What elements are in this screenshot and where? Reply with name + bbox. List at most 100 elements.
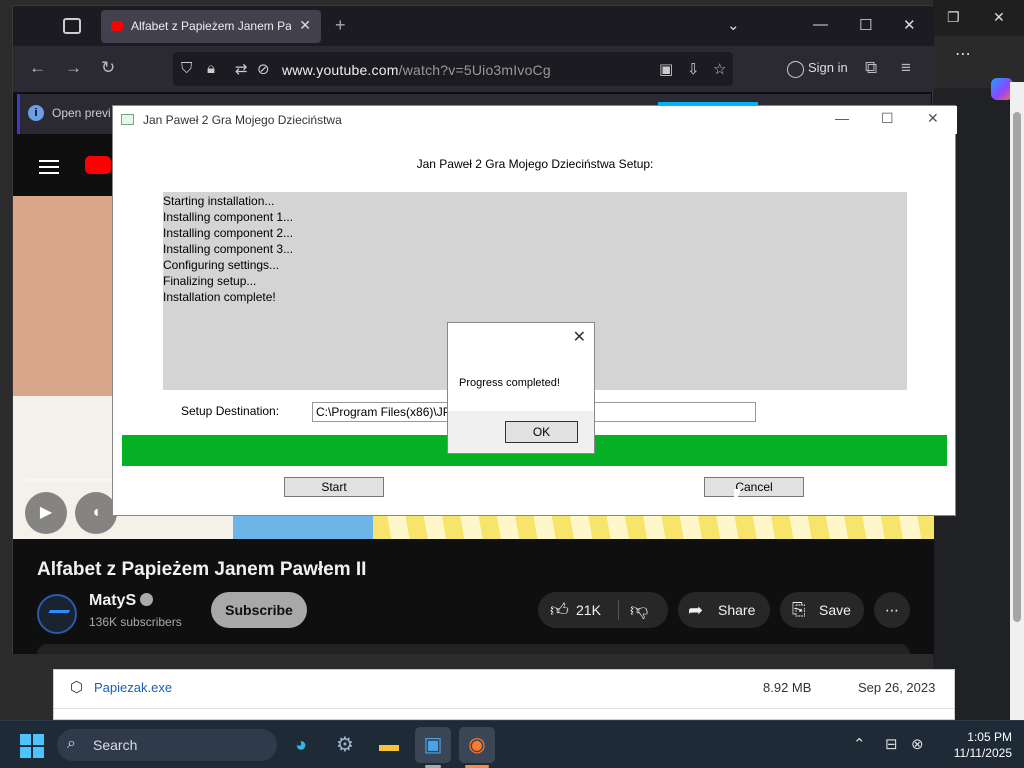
volume-icon[interactable]: ◖ xyxy=(75,492,117,534)
extensions-icon[interactable]: ⧉ xyxy=(865,58,877,78)
log-line: Installing component 3... xyxy=(163,242,294,256)
minimize-icon[interactable]: — xyxy=(813,16,828,33)
autoplay-blocked-icon[interactable]: ⊘ xyxy=(257,60,270,78)
mouse-cursor-icon xyxy=(734,489,748,507)
like-count[interactable]: 21K xyxy=(576,592,601,628)
installer-app-icon[interactable]: ▣ xyxy=(415,727,451,763)
save-button[interactable]: ⎘ Save xyxy=(780,592,864,628)
ok-button[interactable]: OK xyxy=(505,421,578,443)
scrollbar-thumb[interactable] xyxy=(1013,112,1021,622)
destination-label: Setup Destination: xyxy=(181,404,280,418)
app-menu-icon[interactable]: ≡ xyxy=(901,58,911,78)
save-to-pocket-icon[interactable]: ⇩ xyxy=(687,60,700,78)
background-window-titlebar: ❐ ✕ xyxy=(933,0,1024,36)
save-label: Save xyxy=(819,602,851,618)
minimize-icon[interactable]: — xyxy=(835,110,849,126)
installer-titlebar: Jan Paweł 2 Gra Mojego Dzieciństwa — ☐ ✕ xyxy=(113,106,957,134)
sign-in-link[interactable]: Sign in xyxy=(808,60,848,75)
more-actions-icon[interactable]: ⋯ xyxy=(874,592,910,628)
subscribe-button[interactable]: Subscribe xyxy=(211,592,307,628)
clock-time: 1:05 PM xyxy=(967,730,1012,744)
log-line: Installing component 2... xyxy=(163,226,294,240)
window-close-icon[interactable]: ✕ xyxy=(903,16,916,34)
youtube-favicon-icon xyxy=(111,21,123,31)
log-line: Configuring settings... xyxy=(163,258,280,272)
channel-avatar[interactable] xyxy=(37,594,77,634)
back-icon[interactable]: ← xyxy=(29,58,46,78)
settings-gear-icon[interactable]: ⚙ xyxy=(327,727,363,763)
network-icon[interactable]: ⊗ xyxy=(911,735,924,753)
url-host: www.youtube.com xyxy=(282,62,399,78)
save-icon: ⎘ xyxy=(792,600,806,619)
display-icon[interactable]: ⊟ xyxy=(885,735,898,753)
firefox-icon[interactable]: ◉ xyxy=(459,727,495,763)
share-button[interactable]: ➦ Share xyxy=(678,592,770,628)
tab-list-icon[interactable] xyxy=(63,18,81,34)
dialog-message: Progress completed! xyxy=(459,377,560,389)
permissions-icon[interactable]: ⇄ xyxy=(235,60,248,78)
close-icon[interactable]: ✕ xyxy=(993,9,1005,26)
tab-strip: Alfabet z Papieżem Janem Pawł ✕ + ⌄ — ☐ … xyxy=(13,6,934,46)
more-icon[interactable]: ⋯ xyxy=(955,44,971,64)
lock-icon[interactable]: 🔒︎ xyxy=(207,60,215,77)
download-file-name[interactable]: Papiezak.exe xyxy=(94,680,172,695)
log-line: Installation complete! xyxy=(163,290,276,304)
info-icon: i xyxy=(28,105,44,121)
download-file-size: 8.92 MB xyxy=(763,680,812,695)
subscriber-count: 136K subscribers xyxy=(89,615,182,629)
channel-name[interactable]: MatyS xyxy=(89,592,154,610)
url-text[interactable]: www.youtube.com/watch?v=5Uio3mIvoCg xyxy=(282,62,551,78)
like-dislike-group: 👍︎ 21K 👎︎ xyxy=(538,592,668,628)
account-icon[interactable]: ◯ xyxy=(786,59,805,79)
youtube-logo[interactable] xyxy=(85,156,111,174)
installer-window: Jan Paweł 2 Gra Mojego Dzieciństwa — ☐ ✕… xyxy=(112,105,957,516)
system-clock[interactable]: 1:05 PM 11/11/2025 xyxy=(942,729,1012,761)
start-button[interactable]: Start xyxy=(284,477,384,497)
list-all-tabs-chevron-icon[interactable]: ⌄ xyxy=(727,16,740,34)
shield-icon[interactable]: ⛉ xyxy=(181,60,192,77)
bookmark-star-icon[interactable]: ☆ xyxy=(713,60,726,78)
dialog-footer: OK xyxy=(448,411,594,453)
show-hidden-icons-chevron-icon[interactable]: ⌃ xyxy=(853,735,866,753)
dialog-close-icon[interactable]: ✕ xyxy=(573,327,586,347)
reload-icon[interactable]: ↻ xyxy=(101,58,115,78)
maximize-icon[interactable]: ☐ xyxy=(859,16,872,34)
forward-icon[interactable]: → xyxy=(65,58,82,78)
channel-name-text: MatyS xyxy=(89,592,137,609)
url-bar[interactable]: ⛉ 🔒︎ ⇄ ⊘ www.youtube.com/watch?v=5Uio3mI… xyxy=(173,52,733,86)
notification-text: Open previ xyxy=(52,106,111,120)
cancel-button[interactable]: Cancel xyxy=(704,477,804,497)
row-divider xyxy=(54,708,954,709)
scrollbar[interactable] xyxy=(1010,82,1024,720)
close-icon[interactable]: ✕ xyxy=(927,110,939,127)
picture-in-picture-icon[interactable]: ▣ xyxy=(659,60,673,78)
taskbar: ⌕ Search ◕ ⚙ ▬ ▣ ◉ ⌃ ⊟ ⊗ 1:05 PM 11/11/2… xyxy=(0,720,1024,768)
file-explorer-icon[interactable]: ▬ xyxy=(371,727,407,763)
maximize-icon[interactable]: ☐ xyxy=(881,110,894,127)
tab-youtube[interactable]: Alfabet z Papieżem Janem Pawł ✕ xyxy=(101,10,321,43)
url-path: /watch?v=5Uio3mIvoCg xyxy=(398,62,551,78)
like-divider xyxy=(618,600,619,620)
log-line: Finalizing setup... xyxy=(163,274,257,288)
dislike-icon[interactable]: 👎︎ xyxy=(630,592,648,628)
start-windows-icon[interactable] xyxy=(20,734,44,758)
search-label: Search xyxy=(93,737,138,753)
new-tab-icon[interactable]: + xyxy=(335,15,346,36)
download-panel: ⬡ Papiezak.exe 8.92 MB Sep 26, 2023 xyxy=(53,669,955,720)
play-icon[interactable]: ▶ xyxy=(25,492,67,534)
video-title: Alfabet z Papieżem Janem Pawłem II xyxy=(37,559,367,580)
like-icon[interactable]: 👍︎ xyxy=(550,592,569,628)
tab-close-icon[interactable]: ✕ xyxy=(299,17,311,34)
search-icon: ⌕ xyxy=(67,735,76,752)
tab-title: Alfabet z Papieżem Janem Pawł xyxy=(131,19,291,33)
taskbar-search[interactable]: ⌕ Search xyxy=(57,729,277,761)
description-box[interactable] xyxy=(37,644,910,654)
log-line: Installing component 1... xyxy=(163,210,294,224)
edge-icon[interactable]: ◕ xyxy=(283,727,319,763)
navigation-toolbar: ← → ↻ ⛉ 🔒︎ ⇄ ⊘ www.youtube.com/watch?v=5… xyxy=(13,46,934,92)
package-icon: ⬡ xyxy=(70,679,84,696)
app-icon xyxy=(121,114,134,125)
log-line: Starting installation... xyxy=(163,194,275,208)
menu-icon[interactable] xyxy=(39,160,59,174)
restore-icon[interactable]: ❐ xyxy=(947,9,960,26)
